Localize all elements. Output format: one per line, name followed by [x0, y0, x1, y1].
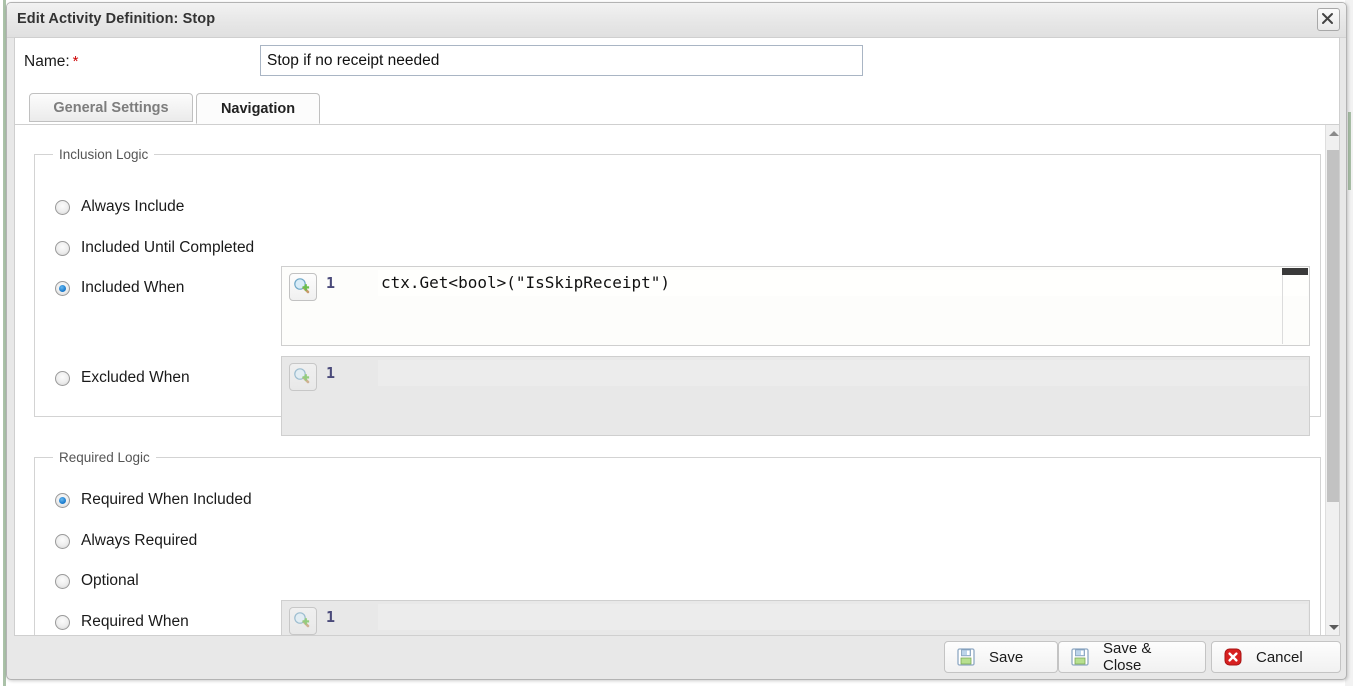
included-when-editor-vertical-rule — [1282, 268, 1283, 344]
tab-general-settings[interactable]: General Settings — [29, 93, 193, 122]
required-when-code-editor[interactable]: 1 — [281, 600, 1310, 635]
radio-included-when-indicator[interactable] — [55, 280, 70, 296]
radio-included-until-completed[interactable]: Included Until Completed — [55, 239, 254, 257]
included-when-line-number: 1 — [326, 274, 336, 292]
floppy-disk-icon — [956, 647, 976, 667]
cancel-button[interactable]: Cancel — [1211, 641, 1341, 673]
required-when-line-number: 1 — [326, 608, 336, 626]
excluded-when-code-editor[interactable]: 1 — [281, 356, 1310, 436]
radio-included-until-completed-label: Included Until Completed — [81, 239, 255, 256]
cancel-button-label: Cancel — [1256, 648, 1303, 666]
red-x-icon — [1223, 647, 1243, 667]
required-logic-group: Required Logic Required When Included Al… — [34, 450, 1321, 635]
save-and-close-button[interactable]: Save & Close — [1058, 640, 1206, 674]
radio-included-when[interactable]: Included When — [55, 279, 184, 297]
tab-navigation-label: Navigation — [220, 100, 296, 117]
name-label: Name: * — [24, 53, 79, 71]
save-button[interactable]: Save — [944, 641, 1058, 673]
radio-required-when-included[interactable]: Required When Included — [55, 491, 252, 509]
magnifier-plus-icon — [290, 611, 316, 629]
radio-required-when-label: Required When — [81, 613, 189, 630]
chevron-up-icon — [1328, 130, 1339, 136]
included-when-horizontal-scrollbar[interactable] — [1282, 268, 1308, 275]
radio-required-when[interactable]: Required When — [55, 613, 189, 631]
radio-included-until-completed-indicator[interactable] — [55, 240, 70, 256]
excluded-when-expand-button[interactable] — [289, 363, 317, 391]
floppy-disk-icon — [1070, 647, 1090, 667]
included-when-code-text[interactable]: ctx.Get<bool>("IsSkipReceipt") — [381, 273, 670, 292]
radio-optional[interactable]: Optional — [55, 572, 139, 590]
dialog-titlebar: Edit Activity Definition: Stop — [7, 3, 1346, 38]
radio-always-include[interactable]: Always Include — [55, 198, 184, 216]
required-logic-legend: Required Logic — [59, 450, 150, 465]
excluded-when-line-number: 1 — [326, 364, 336, 382]
radio-required-when-included-label: Required When Included — [81, 491, 252, 508]
background-accent-right — [1348, 112, 1351, 190]
radio-excluded-when-indicator[interactable] — [55, 370, 70, 386]
tab-strip: General Settings Navigation — [14, 88, 1340, 124]
inclusion-logic-legend: Inclusion Logic — [59, 147, 149, 162]
required-marker: * — [72, 53, 79, 70]
tab-general-settings-label: General Settings — [53, 99, 169, 116]
scrollbar-thumb[interactable] — [1327, 150, 1339, 502]
required-when-expand-button[interactable] — [289, 607, 317, 635]
magnifier-plus-icon — [290, 367, 316, 385]
edit-activity-definition-dialog: Edit Activity Definition: Stop Name:* Ge… — [6, 2, 1347, 680]
radio-optional-label: Optional — [81, 572, 139, 589]
radio-always-required[interactable]: Always Required — [55, 532, 197, 550]
radio-required-when-indicator[interactable] — [55, 614, 70, 630]
radio-required-when-included-indicator[interactable] — [55, 492, 70, 508]
tab-content-panel: Inclusion Logic Always Include Included … — [14, 124, 1340, 636]
inclusion-logic-group: Inclusion Logic Always Include Included … — [34, 147, 1321, 436]
included-when-expand-button[interactable] — [289, 273, 317, 301]
radio-included-when-label: Included When — [81, 279, 185, 296]
tab-navigation[interactable]: Navigation — [196, 93, 320, 124]
radio-optional-indicator[interactable] — [55, 573, 70, 589]
name-label-text: Name: — [24, 53, 70, 70]
close-icon — [1318, 12, 1339, 25]
chevron-down-icon — [1328, 624, 1339, 630]
radio-always-required-label: Always Required — [81, 532, 198, 549]
radio-always-include-label: Always Include — [81, 198, 185, 215]
content-vertical-scrollbar[interactable] — [1325, 125, 1339, 635]
radio-always-include-indicator[interactable] — [55, 199, 70, 215]
save-button-label: Save — [989, 648, 1024, 666]
scrollbar-up-button[interactable] — [1326, 125, 1339, 141]
dialog-footer: Save Save & Close Cancel — [7, 635, 1346, 679]
name-row: Name: * — [14, 37, 1340, 88]
dialog-title: Edit Activity Definition: Stop — [17, 11, 216, 27]
radio-always-required-indicator[interactable] — [55, 533, 70, 549]
radio-excluded-when-label: Excluded When — [81, 369, 190, 386]
name-input[interactable] — [260, 45, 863, 76]
magnifier-plus-icon — [290, 277, 316, 295]
tab-content-inner: Inclusion Logic Always Include Included … — [15, 125, 1325, 635]
scrollbar-down-button[interactable] — [1326, 619, 1339, 635]
radio-excluded-when[interactable]: Excluded When — [55, 369, 190, 387]
close-button[interactable] — [1317, 8, 1340, 31]
required-when-code-line-background — [378, 604, 1308, 630]
save-and-close-button-label: Save & Close — [1103, 640, 1152, 674]
excluded-when-code-line-background — [378, 360, 1308, 386]
included-when-code-editor[interactable]: 1 ctx.Get<bool>("IsSkipReceipt") — [281, 266, 1310, 346]
